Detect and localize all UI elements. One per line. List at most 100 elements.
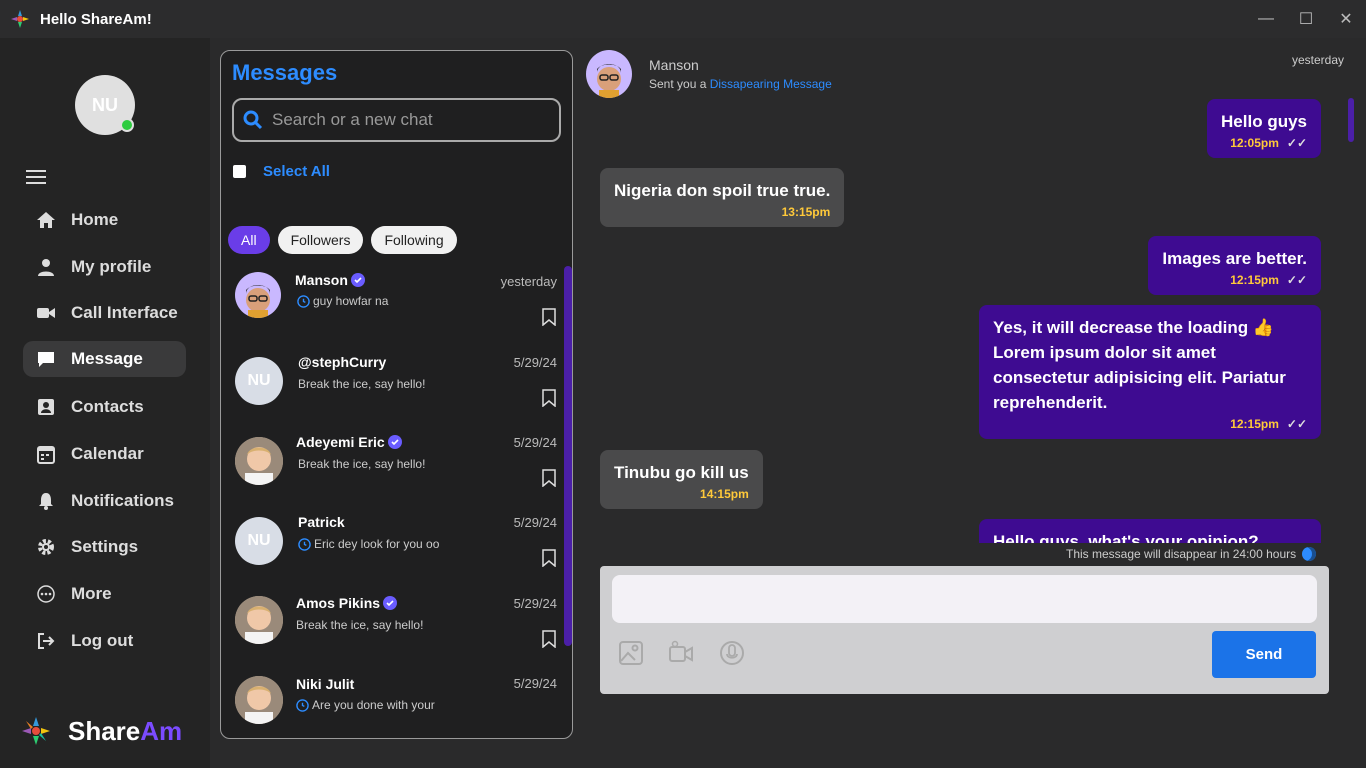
incoming-message[interactable]: Nigeria don spoil true true. 13:15pm <box>600 168 845 227</box>
bookmark-icon[interactable] <box>542 630 556 648</box>
logout-icon <box>35 630 57 652</box>
chat-list-item[interactable]: NU @stephCurry 5/29/24 Break the ice, sa… <box>221 347 561 427</box>
sidebar-item-label: Notifications <box>71 491 174 510</box>
contact-date: 5/29/24 <box>513 515 557 530</box>
message-time: 12:15pm ✓✓ <box>993 417 1307 431</box>
message-thread[interactable]: Hello guys 12:05pm ✓✓ Nigeria don spoil t… <box>586 98 1346 543</box>
chat-list-item[interactable]: Manson yesterday guy howfar na <box>221 266 561 346</box>
hamburger-menu-icon[interactable] <box>26 170 46 188</box>
filter-chip-all[interactable]: All <box>228 226 270 254</box>
chat-list-item[interactable]: Amos Pikins 5/29/24 Break the ice, say h… <box>221 588 561 668</box>
send-button[interactable]: Send <box>1212 631 1316 678</box>
search-box <box>232 98 561 142</box>
outgoing-message[interactable]: Yes, it will decrease the loading 👍 Lore… <box>979 305 1321 439</box>
brand-name-part1: Share <box>68 715 141 746</box>
sidebar-item-label: My profile <box>71 257 152 276</box>
chat-header: Manson Sent you a Dissapearing Message y… <box>586 50 1346 100</box>
select-all-checkbox[interactable] <box>233 165 246 178</box>
contact-preview-text: Eric dey look for you oo <box>314 537 440 551</box>
message-time-text: 12:05pm <box>1230 136 1279 150</box>
contact-date: yesterday <box>500 274 557 289</box>
outgoing-message[interactable]: Hello guys, what's your opinion?Lorem <box>979 519 1321 543</box>
video-icon <box>35 302 57 324</box>
select-all-row: Select All <box>233 163 330 180</box>
brand-logo-icon <box>22 717 50 745</box>
sidebar-item-log-out[interactable]: Log out <box>23 623 186 659</box>
user-icon <box>35 256 57 278</box>
sidebar-item-settings[interactable]: Settings <box>23 529 186 565</box>
select-all-label[interactable]: Select All <box>263 163 330 180</box>
verified-badge-icon <box>383 596 398 610</box>
chat-contact-avatar[interactable] <box>586 50 632 98</box>
contact-name-text: @stephCurry <box>298 354 387 370</box>
bookmark-icon[interactable] <box>542 549 556 567</box>
message-time: 13:15pm <box>614 205 831 219</box>
close-button[interactable]: ✕ <box>1326 0 1366 38</box>
chat-list-item[interactable]: NU Patrick 5/29/24 Eric dey look for you… <box>221 507 561 587</box>
bookmark-icon[interactable] <box>542 469 556 487</box>
disappearing-message-link[interactable]: Dissapearing Message <box>710 77 832 91</box>
minimize-button[interactable]: — <box>1246 0 1286 38</box>
message-text: Hello guys, what's your opinion?Lorem <box>993 532 1259 543</box>
search-input[interactable] <box>272 110 552 130</box>
message-input[interactable] <box>612 575 1317 623</box>
filter-chip-following[interactable]: Following <box>371 226 457 254</box>
chat-scrollbar[interactable] <box>1348 98 1354 142</box>
avatar-initials: NU <box>247 532 271 549</box>
contact-name-text: Amos Pikins <box>296 595 381 611</box>
disappearing-timer-icon <box>297 294 310 308</box>
sidebar-item-my-profile[interactable]: My profile <box>23 249 186 285</box>
sidebar-item-message[interactable]: Message <box>23 341 186 377</box>
message-composer: Send <box>600 566 1329 694</box>
disappearing-timer-icon <box>296 698 309 712</box>
contact-preview: Eric dey look for you oo <box>298 537 439 551</box>
outgoing-message[interactable]: Images are better. 12:15pm ✓✓ <box>1148 236 1321 295</box>
chat-list-scrollbar[interactable] <box>564 266 572 646</box>
photo-avatar <box>235 676 283 724</box>
bookmark-icon[interactable] <box>542 308 556 326</box>
double-check-icon: ✓✓ <box>1286 273 1307 287</box>
avatar-initials: NU <box>92 94 118 115</box>
sidebar-item-label: Settings <box>71 537 139 556</box>
sidebar-item-contacts[interactable]: Contacts <box>23 389 186 425</box>
sidebar-item-notifications[interactable]: Notifications <box>23 483 186 519</box>
chat-list-item[interactable]: Niki Julit 5/29/24 Are you done with you… <box>221 668 561 738</box>
contact-preview-text: Are you done with your <box>312 698 435 712</box>
sidebar-item-calendar[interactable]: Calendar <box>23 436 186 472</box>
message-time-text: 13:15pm <box>781 205 831 219</box>
video-attach-icon[interactable] <box>668 639 694 667</box>
sidebar-item-more[interactable]: More <box>23 576 186 612</box>
contact-name: Adeyemi Eric <box>296 434 402 450</box>
avatar-initials: NU <box>247 372 271 389</box>
more-icon <box>35 583 57 605</box>
filter-chip-followers[interactable]: Followers <box>277 226 364 254</box>
contact-name-text: Niki Julit <box>296 676 355 692</box>
brand-name: ShareAm <box>68 716 182 747</box>
sidebar-item-label: More <box>71 584 112 603</box>
image-attach-icon[interactable] <box>618 639 644 667</box>
sidebar-item-label: Call Interface <box>71 303 178 322</box>
voice-note-icon[interactable] <box>719 639 745 667</box>
contact-preview: Break the ice, say hello! <box>296 618 423 632</box>
message-time: 14:15pm <box>614 487 749 501</box>
outgoing-message[interactable]: Hello guys 12:05pm ✓✓ <box>1207 99 1321 158</box>
initials-avatar: NU <box>235 517 283 565</box>
incoming-message[interactable]: Tinubu go kill us 14:15pm <box>600 450 763 509</box>
bookmark-icon[interactable] <box>542 389 556 407</box>
disappear-notice: This message will disappear in 24:00 hou… <box>1066 547 1317 561</box>
double-check-icon: ✓✓ <box>1286 136 1307 150</box>
title-bar: Hello ShareAm! — ☐ ✕ <box>0 0 1366 38</box>
disappearing-timer-icon <box>298 537 311 551</box>
sidebar-item-home[interactable]: Home <box>23 202 186 238</box>
photo-avatar <box>235 437 283 485</box>
contact-card-icon <box>35 396 57 418</box>
contact-preview: Are you done with your <box>296 698 435 712</box>
message-text: Hello guys <box>1221 112 1307 131</box>
contact-name: Amos Pikins <box>296 595 398 611</box>
sidebar-item-call-interface[interactable]: Call Interface <box>23 295 186 331</box>
contact-date: 5/29/24 <box>513 676 557 691</box>
message-icon <box>35 348 57 370</box>
chat-list-item[interactable]: Adeyemi Eric 5/29/24 Break the ice, say … <box>221 427 561 507</box>
gear-icon <box>35 536 57 558</box>
maximize-button[interactable]: ☐ <box>1286 0 1326 38</box>
